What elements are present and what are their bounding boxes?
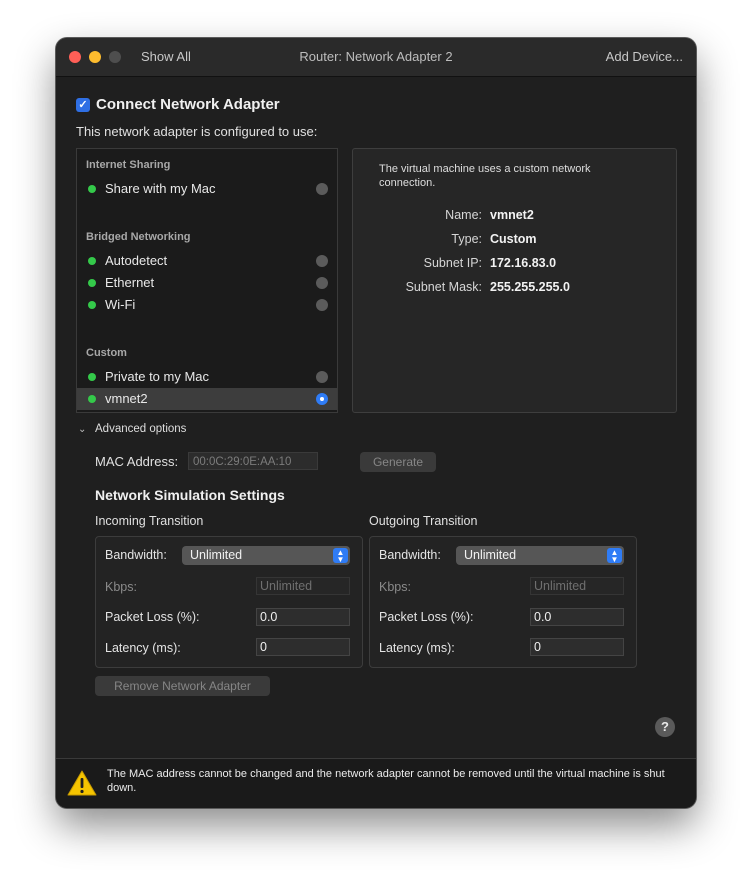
packet-loss-label: Packet Loss (%): [105,610,200,624]
incoming-box: Bandwidth: Unlimited ▲ ▼ Kbps: Unlimited … [95,536,363,668]
help-button[interactable]: ? [655,717,675,737]
list-item-wifi[interactable]: Wi-Fi [77,294,337,316]
status-dot-icon [88,395,96,403]
configured-text: This network adapter is configured to us… [76,124,318,139]
list-item-label: Private to my Mac [105,369,210,384]
mac-address-field[interactable]: 00:0C:29:0E:AA:10 [188,452,318,470]
radio-button[interactable] [316,371,328,383]
section-header-internet-sharing: Internet Sharing [86,159,171,171]
type-value: Custom [490,232,537,246]
info-description: The virtual machine uses a custom networ… [379,163,591,189]
list-item-label: vmnet2 [105,391,148,406]
list-item-ethernet[interactable]: Ethernet [77,272,337,294]
list-item-autodetect[interactable]: Autodetect [77,250,337,272]
latency-label: Latency (ms): [105,641,181,655]
outgoing-packet-loss-field[interactable]: 0.0 [530,608,624,626]
chevron-down-icon[interactable]: ⌄ [78,424,86,435]
select-value: Unlimited [190,548,243,562]
radio-button[interactable] [316,183,328,195]
incoming-bandwidth-select[interactable]: Unlimited ▲ ▼ [182,546,350,565]
outgoing-box: Bandwidth: Unlimited ▲ ▼ Kbps: Unlimited … [369,536,637,668]
type-key: Type: [451,232,482,246]
status-dot-icon [88,257,96,265]
subnet-ip-key: Subnet IP: [423,256,482,270]
list-item-label: Ethernet [105,275,155,290]
list-item-label: Share with my Mac [105,181,216,196]
incoming-kbps-field[interactable]: Unlimited [256,577,350,595]
advanced-options-toggle[interactable]: Advanced options [95,423,186,435]
section-header-custom: Custom [86,347,127,359]
status-dot-icon [88,301,96,309]
radio-button-selected[interactable] [316,393,328,405]
status-dot-icon [88,279,96,287]
remove-network-adapter-button[interactable]: Remove Network Adapter [95,676,270,696]
name-key: Name: [445,208,482,222]
connect-adapter-label[interactable]: Connect Network Adapter [96,96,280,113]
mac-address-label: MAC Address: [95,454,179,469]
outgoing-kbps-field[interactable]: Unlimited [530,577,624,595]
incoming-latency-field[interactable]: 0 [256,638,350,656]
incoming-packet-loss-field[interactable]: 0.0 [256,608,350,626]
status-dot-icon [88,373,96,381]
network-info-panel: The virtual machine uses a custom networ… [352,148,677,413]
generate-button[interactable]: Generate [360,452,436,472]
radio-button[interactable] [316,255,328,267]
list-item-label: Wi-Fi [105,297,136,312]
status-dot-icon [88,185,96,193]
bandwidth-label: Bandwidth: [105,548,167,562]
name-value: vmnet2 [490,208,534,222]
connect-adapter-checkbox[interactable]: ✓ [76,98,90,112]
settings-window: Show All Router: Network Adapter 2 Add D… [56,38,696,808]
content-area: ✓ Connect Network Adapter This network a… [56,38,696,737]
warning-triangle-icon [67,770,97,796]
radio-button[interactable] [316,277,328,289]
chevron-updown-icon: ▲ ▼ [333,548,348,564]
packet-loss-label: Packet Loss (%): [379,610,474,624]
kbps-label: Kbps: [105,580,137,594]
kbps-label: Kbps: [379,580,411,594]
subnet-ip-value: 172.16.83.0 [490,256,557,270]
latency-label: Latency (ms): [379,641,455,655]
subnet-mask-key: Subnet Mask: [405,280,482,294]
radio-button[interactable] [316,299,328,311]
list-item-vmnet2[interactable]: vmnet2 [77,388,337,410]
select-value: Unlimited [464,548,517,562]
outgoing-latency-field[interactable]: 0 [530,638,624,656]
adapter-list: Internet Sharing Share with my Mac Bridg… [76,148,338,413]
warning-text: The MAC address cannot be changed and th… [107,768,665,794]
section-header-bridged-networking: Bridged Networking [86,231,191,243]
outgoing-bandwidth-select[interactable]: Unlimited ▲ ▼ [456,546,624,565]
warning-bar: The MAC address cannot be changed and th… [56,758,696,808]
list-item-private-to-my-mac[interactable]: Private to my Mac [77,366,337,388]
simulation-title: Network Simulation Settings [95,487,285,503]
incoming-title: Incoming Transition [95,514,204,528]
bandwidth-label: Bandwidth: [379,548,441,562]
list-item-share-with-my-mac[interactable]: Share with my Mac [77,178,337,200]
subnet-mask-value: 255.255.255.0 [490,280,570,294]
list-item-label: Autodetect [105,253,168,268]
chevron-updown-icon: ▲ ▼ [607,548,622,564]
outgoing-title: Outgoing Transition [369,514,478,528]
